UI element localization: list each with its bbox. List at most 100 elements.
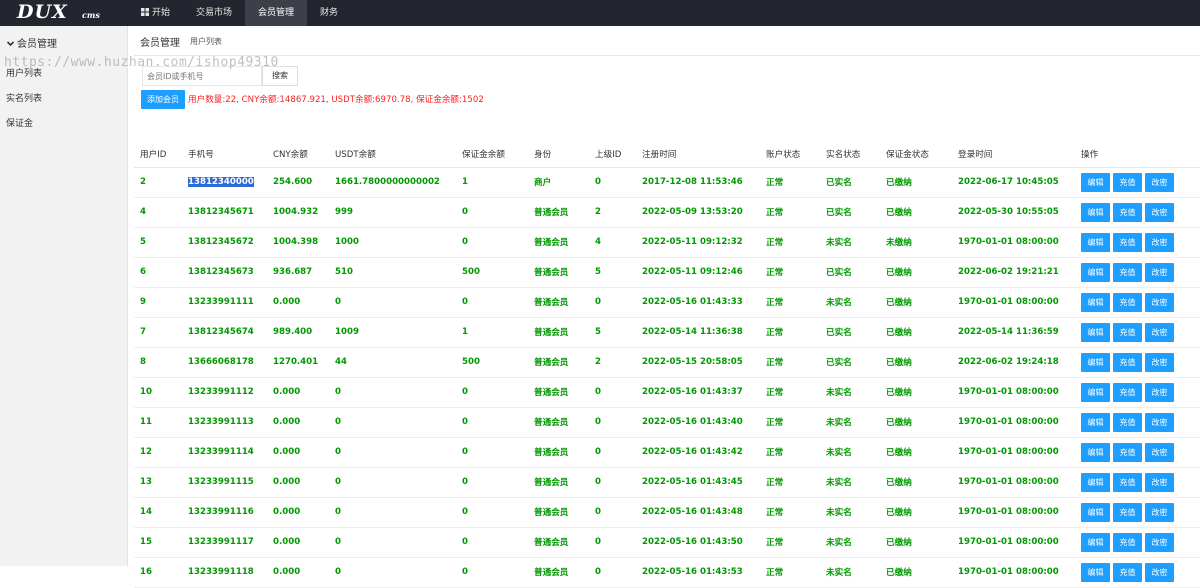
cell-phone: 13233991118 [182, 557, 267, 588]
add-member-button[interactable]: 添加会员 [141, 90, 185, 109]
cell-parent-id: 0 [589, 167, 636, 198]
cell-usdt-balance: 1009 [329, 317, 456, 348]
cell-register-time: 2022-05-16 01:43:53 [636, 557, 760, 588]
edit-button[interactable]: 编辑 [1081, 502, 1110, 522]
cell-realname-status: 未实名 [820, 557, 880, 588]
cell-actions: 编辑 充值 改密 [1075, 287, 1200, 318]
cell-phone: 13812345671 [182, 197, 267, 228]
recharge-button[interactable]: 充值 [1113, 292, 1142, 312]
edit-button[interactable]: 编辑 [1081, 172, 1110, 192]
logo-sub: cms [82, 10, 100, 20]
cell-usdt-balance: 44 [329, 347, 456, 378]
cell-parent-id: 5 [589, 317, 636, 348]
edit-button[interactable]: 编辑 [1081, 202, 1110, 222]
change-password-button[interactable]: 改密 [1145, 472, 1174, 492]
change-password-button[interactable]: 改密 [1145, 532, 1174, 552]
nav-trade-market[interactable]: 交易市场 [183, 0, 245, 26]
edit-button[interactable]: 编辑 [1081, 292, 1110, 312]
change-password-button[interactable]: 改密 [1145, 412, 1174, 432]
edit-button[interactable]: 编辑 [1081, 262, 1110, 282]
change-password-button[interactable]: 改密 [1145, 352, 1174, 372]
cell-cny-balance: 0.000 [267, 497, 329, 528]
cell-parent-id: 2 [589, 347, 636, 378]
recharge-button[interactable]: 充值 [1113, 502, 1142, 522]
cell-user-id: 11 [134, 407, 182, 438]
edit-button[interactable]: 编辑 [1081, 412, 1110, 432]
cell-register-time: 2022-05-16 01:43:50 [636, 527, 760, 558]
edit-button[interactable]: 编辑 [1081, 562, 1110, 582]
cell-account-status: 正常 [760, 377, 820, 408]
cell-account-status: 正常 [760, 197, 820, 228]
cell-phone: 13233991114 [182, 437, 267, 468]
table-row: 9 13233991111 0.000 0 0 普通会员 0 2022-05-16 01:43… [134, 287, 1200, 318]
sidebar-item-realname-list[interactable]: 实名列表 [6, 91, 42, 104]
cell-deposit-balance: 500 [456, 347, 528, 378]
change-password-button[interactable]: 改密 [1145, 262, 1174, 282]
recharge-button[interactable]: 充值 [1113, 472, 1142, 492]
nav-member-management[interactable]: 会员管理 [245, 0, 308, 26]
cell-deposit-status: 已缴纳 [880, 287, 952, 318]
recharge-button[interactable]: 充值 [1113, 262, 1142, 282]
cell-actions: 编辑 充值 改密 [1075, 257, 1200, 288]
cell-cny-balance: 1004.932 [267, 197, 329, 228]
recharge-button[interactable]: 充值 [1113, 322, 1142, 342]
recharge-button[interactable]: 充值 [1113, 562, 1142, 582]
cell-account-status: 正常 [760, 167, 820, 198]
cell-usdt-balance: 0 [329, 407, 456, 438]
recharge-button[interactable]: 充值 [1113, 232, 1142, 252]
recharge-button[interactable]: 充值 [1113, 202, 1142, 222]
cell-deposit-status: 已缴纳 [880, 497, 952, 528]
cell-deposit-balance: 0 [456, 287, 528, 318]
logo[interactable]: DUX cms [0, 0, 128, 26]
cell-actions: 编辑 充值 改密 [1075, 167, 1200, 198]
recharge-button[interactable]: 充值 [1113, 172, 1142, 192]
cell-login-time: 1970-01-01 08:00:00 [952, 497, 1075, 528]
cell-actions: 编辑 充值 改密 [1075, 377, 1200, 408]
change-password-button[interactable]: 改密 [1145, 442, 1174, 462]
sidebar-item-deposit[interactable]: 保证金 [6, 116, 33, 129]
summary-stats: 用户数量:22, CNY余额:14867.921, USDT余额:6970.78… [188, 95, 484, 105]
cell-register-time: 2022-05-11 09:12:46 [636, 257, 760, 288]
cell-login-time: 2022-05-14 11:36:59 [952, 317, 1075, 348]
breadcrumb-main[interactable]: 会员管理 [140, 34, 180, 49]
recharge-button[interactable]: 充值 [1113, 442, 1142, 462]
recharge-button[interactable]: 充值 [1113, 382, 1142, 402]
change-password-button[interactable]: 改密 [1145, 232, 1174, 252]
edit-button[interactable]: 编辑 [1081, 532, 1110, 552]
table-row: 11 13233991113 0.000 0 0 普通会员 0 2022-05-16 01:4… [134, 407, 1200, 438]
recharge-button[interactable]: 充值 [1113, 352, 1142, 372]
cell-identity: 普通会员 [528, 287, 589, 318]
cell-deposit-status: 已缴纳 [880, 527, 952, 558]
nav-start[interactable]: 开始 [128, 0, 183, 26]
column-header-user-id: 用户ID [134, 141, 182, 168]
main-content: 会员管理 用户列表 搜索 添加会员 用户数量:22, CNY余额:14867.9… [134, 26, 1200, 588]
table-row: 5 13812345672 1004.398 1000 0 普通会员 4 2022-05-11… [134, 227, 1200, 258]
cell-register-time: 2022-05-15 20:58:05 [636, 347, 760, 378]
cell-register-time: 2022-05-09 13:53:20 [636, 197, 760, 228]
edit-button[interactable]: 编辑 [1081, 352, 1110, 372]
cell-actions: 编辑 充值 改密 [1075, 197, 1200, 228]
sidebar-title[interactable]: 会员管理 [6, 35, 57, 50]
edit-button[interactable]: 编辑 [1081, 322, 1110, 342]
change-password-button[interactable]: 改密 [1145, 562, 1174, 582]
cell-usdt-balance: 1661.7800000000002 [329, 167, 456, 198]
edit-button[interactable]: 编辑 [1081, 232, 1110, 252]
cell-parent-id: 0 [589, 557, 636, 588]
change-password-button[interactable]: 改密 [1145, 202, 1174, 222]
recharge-button[interactable]: 充值 [1113, 412, 1142, 432]
change-password-button[interactable]: 改密 [1145, 502, 1174, 522]
recharge-button[interactable]: 充值 [1113, 532, 1142, 552]
change-password-button[interactable]: 改密 [1145, 322, 1174, 342]
cell-deposit-balance: 1 [456, 167, 528, 198]
edit-button[interactable]: 编辑 [1081, 472, 1110, 492]
change-password-button[interactable]: 改密 [1145, 292, 1174, 312]
edit-button[interactable]: 编辑 [1081, 382, 1110, 402]
edit-button[interactable]: 编辑 [1081, 442, 1110, 462]
change-password-button[interactable]: 改密 [1145, 382, 1174, 402]
cell-actions: 编辑 充值 改密 [1075, 557, 1200, 588]
cell-deposit-status: 未缴纳 [880, 227, 952, 258]
cell-deposit-balance: 0 [456, 407, 528, 438]
table-row: 10 13233991112 0.000 0 0 普通会员 0 2022-05-16 01:4… [134, 377, 1200, 408]
nav-finance[interactable]: 财务 [307, 0, 351, 26]
change-password-button[interactable]: 改密 [1145, 172, 1174, 192]
